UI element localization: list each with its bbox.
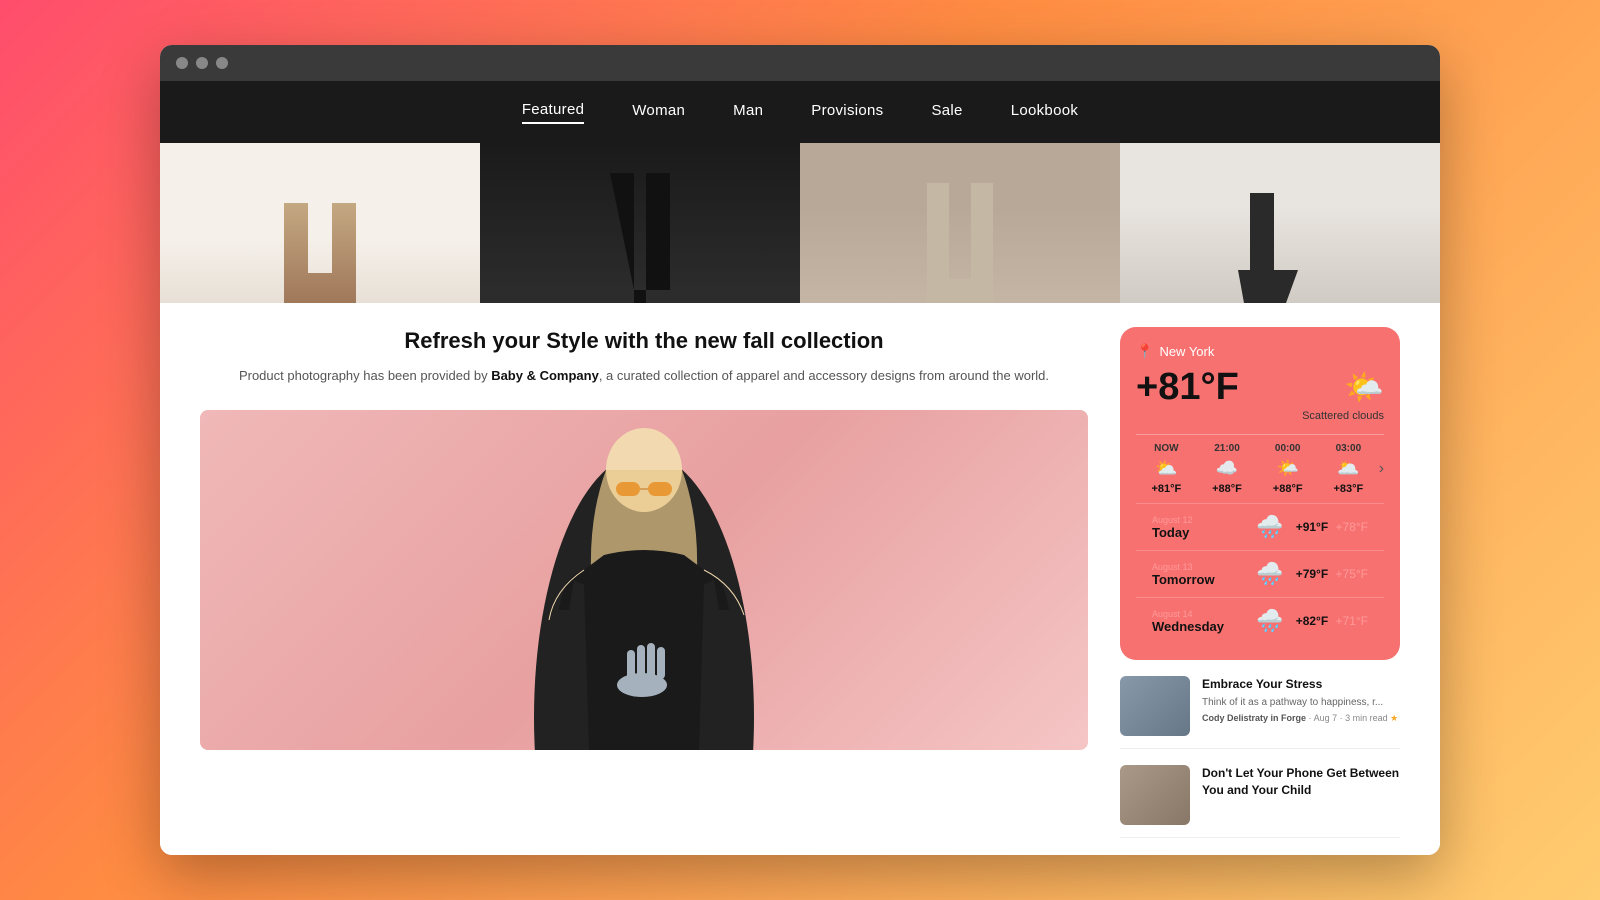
browser-content: Featured Woman Man Provisions Sale Lookb…	[160, 81, 1440, 855]
daily-temps-0: +91°F +78°F	[1296, 520, 1368, 534]
daily-date-label-1: August 13	[1152, 562, 1244, 572]
weather-location: 📍 New York	[1136, 343, 1384, 360]
blog-excerpt-0: Think of it as a pathway to happiness, r…	[1202, 696, 1400, 710]
hourly-item-3: 03:00 🌥️ +83°F	[1318, 443, 1379, 495]
article-header: Refresh your Style with the new fall col…	[200, 327, 1088, 386]
main-content: Refresh your Style with the new fall col…	[160, 303, 1440, 855]
browser-dot-yellow	[196, 57, 208, 69]
daily-date-group-2: August 14 Wednesday	[1152, 609, 1244, 634]
weather-daily: August 12 Today 🌧️ +91°F +78°F Augu	[1136, 503, 1384, 644]
blog-star-0: ★	[1390, 713, 1398, 723]
hourly-item-1: 21:00 ☁️ +88°F	[1197, 443, 1258, 495]
blog-thumbnail-0	[1120, 676, 1190, 736]
daily-day-0: Today	[1152, 525, 1244, 540]
hero-image-1	[160, 143, 480, 303]
daily-low-1: +75°F	[1336, 567, 1368, 581]
main-nav: Featured Woman Man Provisions Sale Lookb…	[160, 81, 1440, 143]
blog-article-1: Don't Let Your Phone Get Between You and…	[1120, 765, 1400, 838]
blog-title-1[interactable]: Don't Let Your Phone Get Between You and…	[1202, 765, 1400, 799]
hourly-temp-1: +88°F	[1197, 483, 1258, 495]
product-image	[200, 410, 1088, 750]
blog-info-1: Don't Let Your Phone Get Between You and…	[1202, 765, 1400, 802]
nav-item-lookbook[interactable]: Lookbook	[1011, 102, 1078, 123]
daily-day-1: Tomorrow	[1152, 572, 1244, 587]
left-column: Refresh your Style with the new fall col…	[200, 327, 1088, 831]
article-description: Product photography has been provided by…	[200, 366, 1088, 387]
daily-icon-2: 🌧️	[1256, 608, 1283, 634]
daily-item-1: August 13 Tomorrow 🌧️ +79°F +75°F	[1136, 550, 1384, 597]
daily-icon-1: 🌧️	[1256, 561, 1283, 587]
blog-author-0: Cody Delistraty in Forge	[1202, 713, 1306, 723]
daily-low-0: +78°F	[1336, 520, 1368, 534]
hero-image-3	[800, 143, 1120, 303]
hourly-item-0: NOW ⛅ +81°F	[1136, 443, 1197, 495]
weather-temperature: +81°F	[1136, 368, 1239, 406]
location-pin-icon: 📍	[1136, 343, 1153, 360]
daily-low-2: +71°F	[1336, 614, 1368, 628]
blog-date-0: Aug 7 · 3 min read	[1314, 713, 1388, 723]
hourly-time-3: 03:00	[1318, 443, 1379, 454]
daily-item-0: August 12 Today 🌧️ +91°F +78°F	[1136, 503, 1384, 550]
nav-item-man[interactable]: Man	[733, 102, 763, 123]
hourly-temp-3: +83°F	[1318, 483, 1379, 495]
article-desc-suffix: , a curated collection of apparel and ac…	[599, 368, 1049, 383]
browser-window: Featured Woman Man Provisions Sale Lookb…	[160, 45, 1440, 855]
hero-image-2	[480, 143, 800, 303]
daily-day-2: Wednesday	[1152, 619, 1244, 634]
weather-widget: 📍 New York +81°F 🌤️ Scattered clouds	[1120, 327, 1400, 660]
hourly-icon-0: ⛅	[1136, 458, 1197, 479]
right-column: 📍 New York +81°F 🌤️ Scattered clouds	[1120, 327, 1400, 831]
hourly-temp-2: +88°F	[1257, 483, 1318, 495]
daily-date-label-2: August 14	[1152, 609, 1244, 619]
daily-high-1: +79°F	[1296, 567, 1328, 581]
daily-date-label-0: August 12	[1152, 515, 1244, 525]
weather-main-icon: 🌤️	[1302, 368, 1384, 406]
article-title: Refresh your Style with the new fall col…	[200, 327, 1088, 356]
hourly-temp-0: +81°F	[1136, 483, 1197, 495]
hourly-time-0: NOW	[1136, 443, 1197, 454]
browser-dot-red	[176, 57, 188, 69]
nav-item-provisions[interactable]: Provisions	[811, 102, 883, 123]
weather-description: Scattered clouds	[1302, 410, 1384, 422]
blog-thumbnail-1	[1120, 765, 1190, 825]
hourly-icon-3: 🌥️	[1318, 458, 1379, 479]
hourly-item-2: 00:00 🌤️ +88°F	[1257, 443, 1318, 495]
daily-item-2: August 14 Wednesday 🌧️ +82°F +71°F	[1136, 597, 1384, 644]
daily-date-group-1: August 13 Tomorrow	[1152, 562, 1244, 587]
hourly-next-arrow[interactable]: ›	[1379, 460, 1384, 478]
article-desc-prefix: Product photography has been provided by	[239, 368, 491, 383]
blog-title-0[interactable]: Embrace Your Stress	[1202, 676, 1400, 693]
hourly-icon-1: ☁️	[1197, 458, 1258, 479]
hero-image-4	[1120, 143, 1440, 303]
daily-icon-0: 🌧️	[1256, 514, 1283, 540]
browser-dot-green	[216, 57, 228, 69]
blog-meta-0: Cody Delistraty in Forge · Aug 7 · 3 min…	[1202, 713, 1400, 724]
nav-item-sale[interactable]: Sale	[931, 102, 962, 123]
hero-images	[160, 143, 1440, 303]
weather-main: +81°F 🌤️ Scattered clouds	[1136, 368, 1384, 422]
daily-temps-1: +79°F +75°F	[1296, 567, 1368, 581]
daily-date-group-0: August 12 Today	[1152, 515, 1244, 540]
browser-chrome	[160, 45, 1440, 81]
daily-temps-2: +82°F +71°F	[1296, 614, 1368, 628]
nav-item-featured[interactable]: Featured	[522, 101, 584, 124]
daily-high-2: +82°F	[1296, 614, 1328, 628]
weather-city: New York	[1159, 344, 1214, 359]
hourly-time-2: 00:00	[1257, 443, 1318, 454]
weather-hourly: NOW ⛅ +81°F 21:00 ☁️ +88°F 00:00 🌤️	[1136, 434, 1384, 503]
blog-article-0: Embrace Your Stress Think of it as a pat…	[1120, 676, 1400, 749]
article-brand: Baby & Company	[491, 368, 599, 383]
hourly-icon-2: 🌤️	[1257, 458, 1318, 479]
hourly-time-1: 21:00	[1197, 443, 1258, 454]
blog-info-0: Embrace Your Stress Think of it as a pat…	[1202, 676, 1400, 724]
nav-item-woman[interactable]: Woman	[632, 102, 685, 123]
daily-high-0: +91°F	[1296, 520, 1328, 534]
